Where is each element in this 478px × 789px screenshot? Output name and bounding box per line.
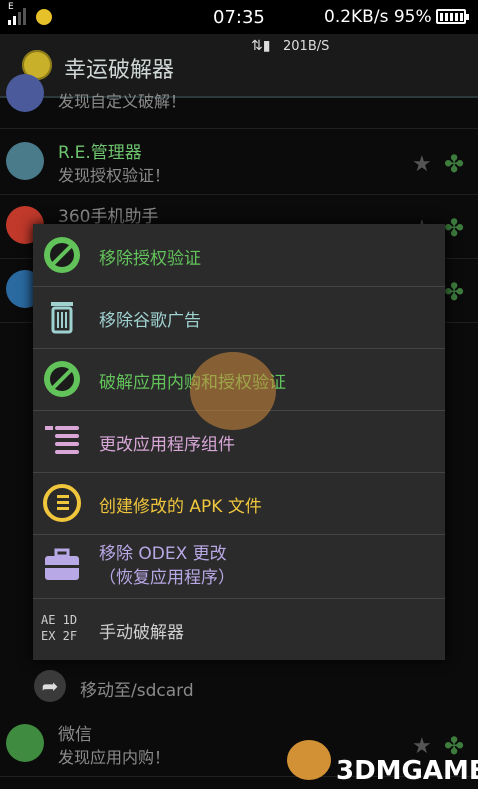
status-bar: E 07:35 0.2KB/s 95% [0, 0, 478, 34]
rebuild-icon [43, 484, 81, 522]
wechat-icon [6, 724, 44, 762]
no-license-icon [44, 361, 80, 397]
move-arrow-icon: ➦ [34, 670, 66, 702]
transfer-arrows-icon: ⇅▮ [251, 38, 271, 54]
move-label: 移动至/sdcard [80, 681, 194, 701]
menu-item-remove-odex[interactable]: 移除 ODEX 更改 （恢复应用程序） [33, 534, 445, 599]
transfer-speed: 201B/S [283, 39, 330, 54]
menu-item-remove-license[interactable]: 移除授权验证 [33, 224, 445, 287]
clock: 07:35 [213, 7, 265, 28]
app-status: 发现自定义破解！ [58, 92, 187, 111]
app-icon [6, 142, 44, 180]
app-name: R.E.管理器 [58, 143, 142, 163]
clover-icon: ✤ [444, 214, 465, 242]
watermark-mascot-icon [190, 352, 276, 430]
watermark-mascot-icon [287, 740, 331, 780]
menu-item-label: 更改应用程序组件 [99, 435, 235, 455]
context-menu: 移除授权验证 移除谷歌广告 破解应用内购和授权验证 更改应用程序组件 [33, 224, 445, 660]
move-to-sdcard-row[interactable]: ➦ 移动至/sdcard [0, 660, 478, 712]
menu-item-label: 手动破解器 [99, 623, 184, 643]
app-status: 发现应用内购！ [58, 748, 171, 767]
menu-item-label: 创建修改的 APK 文件 [99, 497, 262, 517]
menu-item-label: 移除谷歌广告 [99, 311, 201, 331]
clover-icon: ✤ [444, 278, 465, 306]
battery-icon [436, 9, 469, 24]
clover-icon: ✤ [444, 150, 465, 178]
hex-icon: AE 1D EX 2F [41, 613, 78, 643]
app-name: 微信 [58, 725, 92, 745]
notification-app-icon [36, 9, 52, 25]
list-item[interactable]: 发现自定义破解！ [0, 74, 478, 129]
menu-item-label-line1: 移除 ODEX 更改 [99, 544, 227, 564]
menu-item-label-line2: （恢复应用程序） [99, 568, 235, 588]
list-icon [45, 426, 79, 454]
menu-item-manual-patcher[interactable]: AE 1D EX 2F 手动破解器 [33, 598, 445, 660]
app-status: 发现授权验证！ [58, 166, 171, 185]
menu-item-remove-ads[interactable]: 移除谷歌广告 [33, 286, 445, 349]
watermark-text: 3DMGAME [336, 756, 478, 786]
app-title: 幸运破解器 [64, 58, 175, 83]
no-license-icon [44, 237, 80, 273]
list-item[interactable]: R.E.管理器 发现授权验证！ ★ ✤ [0, 132, 478, 195]
signal-icon [8, 8, 26, 25]
briefcase-icon [45, 548, 79, 580]
star-icon[interactable]: ★ [412, 152, 432, 177]
network-speed-battery: 0.2KB/s 95% [324, 7, 432, 27]
trash-icon [51, 302, 73, 334]
menu-item-label: 移除 ODEX 更改 （恢复应用程序） [99, 542, 235, 590]
menu-item-create-apk[interactable]: 创建修改的 APK 文件 [33, 472, 445, 535]
menu-item-label: 移除授权验证 [99, 249, 201, 269]
app-icon [6, 74, 44, 112]
